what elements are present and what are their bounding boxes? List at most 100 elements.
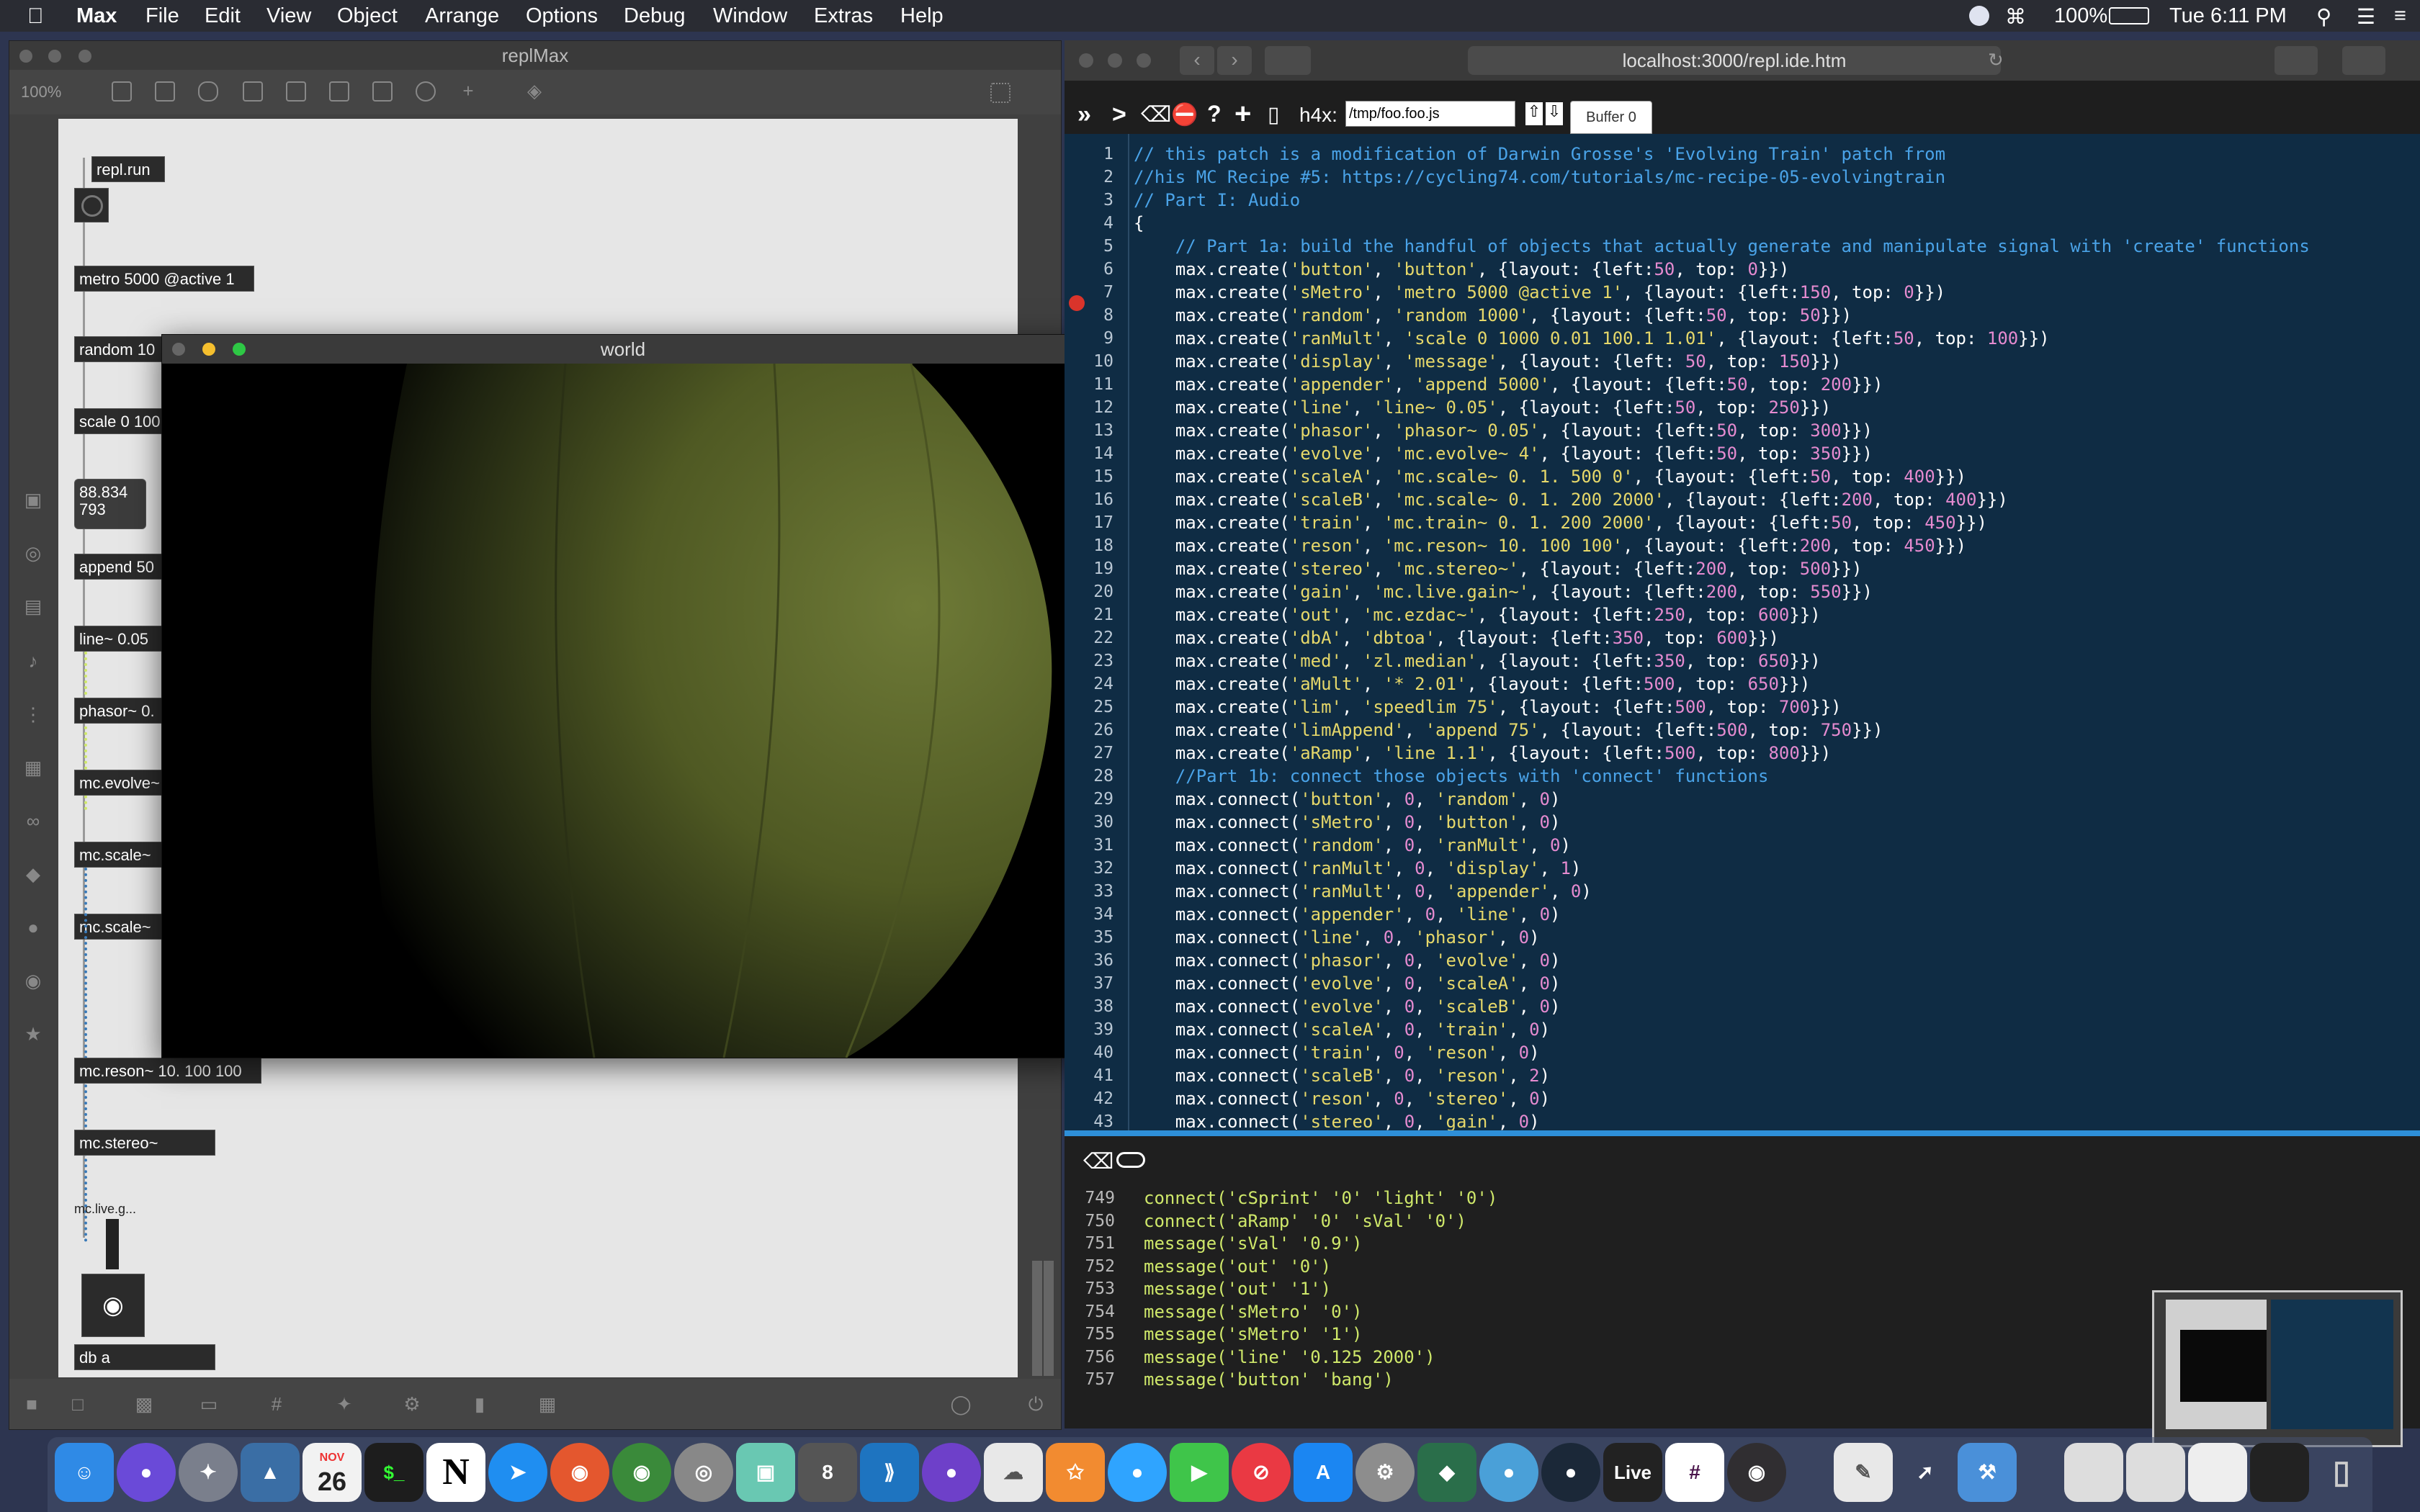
code-line[interactable]: max.create('out', 'mc.ezdac~', {layout: … (1134, 603, 1821, 626)
code-line[interactable]: max.connect('sMetro', 0, 'button', 0) (1134, 811, 1561, 834)
star-icon[interactable]: ★ (22, 1023, 44, 1045)
run-line-icon[interactable]: > (1112, 101, 1126, 129)
target-icon[interactable]: ◎ (22, 542, 44, 564)
menu-options[interactable]: Options (526, 4, 598, 28)
trash-icon[interactable]: ▯ (2312, 1443, 2371, 1502)
disk-utility-icon[interactable]: ◎ (674, 1443, 733, 1502)
download-icon[interactable]: ⇩ (1546, 102, 1563, 125)
reson-object[interactable]: mc.reson~ 10. 100 100 (74, 1058, 261, 1084)
scale-object[interactable]: scale 0 100 (74, 408, 175, 434)
presentation-icon[interactable]: □ (67, 1393, 89, 1415)
code-line[interactable]: max.create('display', 'message', {layout… (1134, 350, 1842, 373)
minimize-button[interactable] (48, 50, 61, 63)
speaker-icon[interactable]: ◉ (81, 1274, 145, 1337)
menu-window[interactable]: Window (713, 4, 787, 28)
line-object[interactable]: line~ 0.05 (74, 626, 175, 652)
battery-icon[interactable] (2109, 7, 2149, 24)
xcode-icon[interactable]: ⚒ (1958, 1443, 2017, 1502)
app-menu[interactable]: Max (76, 4, 117, 28)
close-button[interactable] (1079, 53, 1093, 68)
music-note-icon[interactable]: ♪ (22, 650, 44, 672)
cube-app-icon[interactable]: ▣ (736, 1443, 795, 1502)
add-object-icon[interactable]: + (457, 80, 479, 102)
clock[interactable]: Tue 6:11 PM (2169, 4, 2287, 28)
image-icon[interactable]: ▦ (22, 757, 44, 778)
grid-icon[interactable] (990, 83, 1010, 103)
ableton-live-icon[interactable]: Live (1603, 1443, 1662, 1502)
app-store-icon[interactable]: A (1294, 1443, 1353, 1502)
bus-icon[interactable]: ▤ (22, 595, 44, 617)
zoom-button[interactable] (79, 50, 91, 63)
code-line[interactable]: max.connect('phasor', 0, 'evolve', 0) (1134, 949, 1561, 972)
siri-icon[interactable]: ● (117, 1443, 176, 1502)
pane-splitter[interactable] (1065, 1130, 2420, 1136)
chat-icon[interactable]: ▩ (133, 1393, 155, 1415)
pin-icon[interactable]: ✦ (333, 1393, 355, 1415)
code-line[interactable]: { (1134, 212, 1144, 235)
code-line[interactable]: max.create('scaleA', 'mc.scale~ 0. 1. 50… (1134, 465, 1966, 488)
status-app-icon[interactable] (1969, 6, 1989, 26)
code-line[interactable]: max.connect('appender', 0, 'line', 0) (1134, 903, 1561, 926)
lock-icon[interactable]: ■ (21, 1393, 42, 1415)
github-icon[interactable]: ● (922, 1443, 981, 1502)
mixer-icon[interactable]: ▮ (469, 1393, 490, 1415)
clear-console-icon[interactable]: ⌫ (1083, 1149, 1113, 1174)
help-icon[interactable]: ? (1207, 101, 1222, 127)
code-line[interactable]: max.create('button', 'button', {layout: … (1134, 258, 1790, 281)
new-object-icon[interactable] (112, 81, 132, 102)
upload-icon[interactable]: ⇧ (1525, 102, 1543, 125)
reload-icon[interactable]: ↻ (1988, 49, 2004, 71)
calendar-icon[interactable]: NOV 26 (302, 1443, 362, 1502)
add-icon[interactable]: + (1234, 98, 1251, 130)
code-line[interactable]: max.create('ranMult', 'scale 0 1000 0.01… (1134, 327, 2050, 350)
number-object-icon[interactable] (329, 81, 349, 102)
menu-extras[interactable]: Extras (814, 4, 873, 28)
code-line[interactable]: max.create('reson', 'mc.reson~ 10. 100 1… (1134, 534, 1966, 557)
puzzle-icon[interactable]: ◆ (22, 863, 44, 885)
close-button[interactable] (19, 50, 32, 63)
textedit-icon[interactable]: ✎ (1834, 1443, 1893, 1502)
code-line[interactable]: max.create('lim', 'speedlim 75', {layout… (1134, 696, 1842, 719)
zoom-button[interactable] (233, 343, 246, 356)
minimized-window-thumbnail[interactable] (2250, 1443, 2309, 1502)
control-center-icon[interactable]: ☰ (2357, 4, 2375, 30)
code-line[interactable]: max.create('stereo', 'mc.stereo~', {layo… (1134, 557, 1863, 580)
scale-b-object[interactable]: mc.scale~ (74, 914, 175, 940)
code-line[interactable]: max.create('evolve', 'mc.evolve~ 4', {la… (1134, 442, 1873, 465)
gem-app-icon[interactable]: ◆ (1417, 1443, 1476, 1502)
max-app-icon[interactable]: 8 (798, 1443, 857, 1502)
code-line[interactable]: max.connect('reson', 0, 'stereo', 0) (1134, 1087, 1550, 1110)
stop-icon[interactable]: ⛔ (1171, 102, 1198, 127)
sidebar-toggle-icon[interactable] (1265, 46, 1311, 75)
code-line[interactable]: // this patch is a modification of Darwi… (1134, 143, 1945, 166)
eraser-icon[interactable]: ⌫ (1141, 102, 1171, 127)
run-all-icon[interactable]: » (1077, 101, 1091, 129)
launchpad-icon[interactable]: ✦ (179, 1443, 238, 1502)
dbtoa-object[interactable]: db a (74, 1344, 215, 1370)
code-line[interactable]: // Part I: Audio (1134, 189, 1300, 212)
code-line[interactable]: max.connect('train', 0, 'reson', 0) (1134, 1041, 1540, 1064)
buffer-tab[interactable]: Buffer 0 (1570, 101, 1652, 134)
power-icon[interactable]: ⏻ (1025, 1393, 1047, 1415)
code-line[interactable]: max.connect('scaleB', 0, 'reson', 2) (1134, 1064, 1550, 1087)
phasor-object[interactable]: phasor~ 0. (74, 698, 175, 724)
code-line[interactable]: max.connect('evolve', 0, 'scaleB', 0) (1134, 995, 1561, 1018)
zoom-button[interactable] (1137, 53, 1151, 68)
code-line[interactable]: max.create('dbA', 'dbtoa', {layout: {lef… (1134, 626, 1779, 649)
code-line[interactable]: max.create('scaleB', 'mc.scale~ 0. 1. 20… (1134, 488, 2008, 511)
code-line[interactable]: max.connect('ranMult', 0, 'appender', 0) (1134, 880, 1592, 903)
obs-icon[interactable]: ◉ (1727, 1443, 1786, 1502)
minimize-button[interactable] (202, 343, 215, 356)
menu-debug[interactable]: Debug (624, 4, 685, 28)
tweetbot-icon[interactable]: ● (1479, 1443, 1538, 1502)
code-line[interactable]: max.create('aRamp', 'line 1.1', {layout:… (1134, 742, 1831, 765)
menu-help[interactable]: Help (900, 4, 944, 28)
metro-object[interactable]: metro 5000 @active 1 (74, 266, 254, 292)
forward-button[interactable]: › (1217, 46, 1252, 75)
brand-icon[interactable]: ◉ (22, 970, 44, 991)
keyboard-icon[interactable]: ▦ (537, 1393, 558, 1415)
dial-object-icon[interactable] (416, 81, 436, 102)
stereo-object[interactable]: mc.stereo~ (74, 1130, 215, 1156)
code-line[interactable]: max.create('gain', 'mc.live.gain~', {lay… (1134, 580, 1873, 603)
button-object-icon[interactable] (243, 81, 263, 102)
